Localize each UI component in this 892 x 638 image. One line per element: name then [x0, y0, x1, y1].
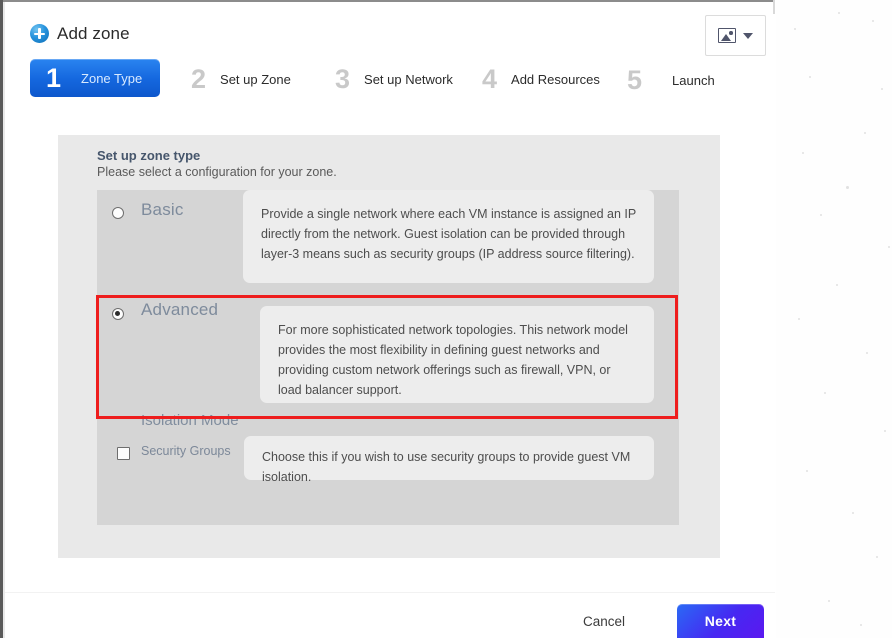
step-label: Zone Type	[81, 70, 143, 86]
zone-type-option-basic[interactable]: Basic Provide a single network where eac…	[97, 190, 679, 283]
wizard-step-set-up-network[interactable]: 3 Set up Network	[335, 60, 453, 98]
step-number: 2	[191, 63, 207, 94]
wizard-step-set-up-zone[interactable]: 2 Set up Zone	[191, 60, 291, 98]
checkbox-label-security-groups: Security Groups	[141, 444, 231, 458]
step-number: 4	[482, 63, 498, 94]
step-number: 3	[335, 63, 351, 94]
radio-basic[interactable]	[112, 207, 124, 219]
isolation-mode-title: Isolation Mode	[141, 412, 239, 429]
section-subtitle: Please select a configuration for your z…	[97, 165, 337, 179]
step-number: 1	[46, 62, 62, 93]
image-icon	[718, 28, 736, 43]
next-button[interactable]: Next	[677, 604, 764, 638]
footer-divider	[5, 592, 775, 593]
option-description-basic: Provide a single network where each VM i…	[243, 190, 654, 283]
step-label: Launch	[672, 72, 715, 88]
cancel-button[interactable]: Cancel	[583, 614, 625, 629]
option-label-advanced: Advanced	[141, 300, 219, 319]
radio-advanced[interactable]	[112, 308, 124, 320]
add-circle-icon	[30, 24, 49, 43]
image-dropdown-button[interactable]	[705, 15, 766, 56]
step-label: Add Resources	[511, 71, 600, 87]
step-label: Set up Network	[364, 71, 453, 87]
step-label: Set up Zone	[220, 71, 291, 87]
section-title: Set up zone type	[97, 148, 201, 163]
wizard-step-launch[interactable]: 5 Launch	[627, 61, 715, 99]
chevron-down-icon	[743, 32, 753, 39]
option-label-basic: Basic	[141, 200, 184, 219]
page-background-noise	[776, 0, 892, 638]
zone-type-options-group: Basic Provide a single network where eac…	[97, 190, 679, 525]
page-header: Add zone	[5, 2, 775, 56]
security-groups-description: Choose this if you wish to use security …	[244, 436, 654, 484]
step-number: 5	[627, 64, 643, 95]
checkbox-security-groups[interactable]	[117, 447, 130, 460]
wizard-step-add-resources[interactable]: 4 Add Resources	[482, 60, 600, 98]
zone-type-option-advanced[interactable]: Advanced For more sophisticated network …	[97, 293, 679, 403]
wizard-step-bar: 1 Zone Type 2 Set up Zone 3 Set up Netwo…	[5, 56, 775, 104]
option-description-advanced: For more sophisticated network topologie…	[260, 306, 654, 403]
app-window: Add zone 1 Zone Type 2 Set up Zone 3 Set…	[0, 0, 892, 638]
page-title: Add zone	[57, 24, 130, 43]
wizard-step-zone-type[interactable]: 1 Zone Type	[30, 59, 161, 97]
zone-type-panel: Set up zone type Please select a configu…	[58, 135, 720, 558]
